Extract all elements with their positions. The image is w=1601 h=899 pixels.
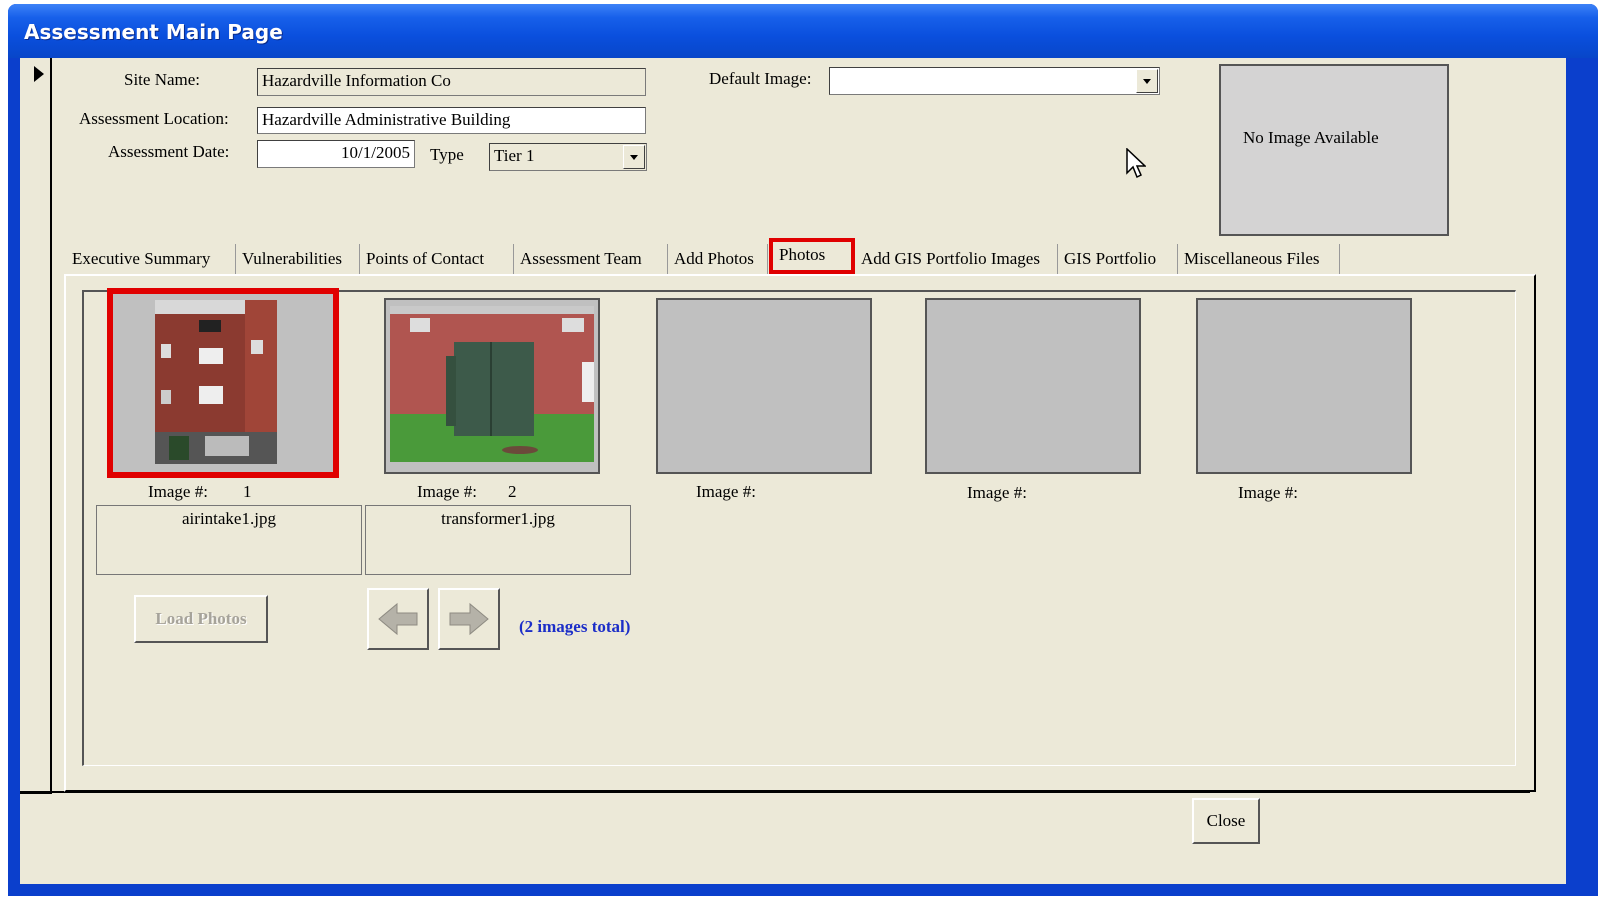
image-number-label-3: Image #:	[696, 482, 756, 501]
tab-assessment-team[interactable]: Assessment Team	[514, 244, 668, 274]
type-value: Tier 1	[494, 146, 535, 165]
date-label: Assessment Date:	[108, 142, 230, 161]
date-field[interactable]: 10/1/2005	[257, 140, 415, 168]
tab-miscellaneous-files[interactable]: Miscellaneous Files	[1178, 244, 1340, 274]
form-body: Site Name: Hazardville Information Co As…	[20, 58, 1566, 884]
image-number-2: 2	[508, 482, 517, 501]
type-label: Type	[430, 145, 464, 164]
default-image-preview: No Image Available	[1219, 64, 1449, 236]
tab-executive-summary[interactable]: Executive Summary	[66, 244, 236, 274]
tab-points-of-contact[interactable]: Points of Contact	[360, 244, 514, 274]
tab-vulnerabilities[interactable]: Vulnerabilities	[236, 244, 360, 274]
site-name-field[interactable]: Hazardville Information Co	[257, 68, 646, 96]
photos-panel: Image #: 1 airintake1.jpg Image #: 2 tra…	[64, 274, 1536, 792]
preview-text: No Image Available	[1243, 128, 1379, 147]
tab-gis-portfolio[interactable]: GIS Portfolio	[1058, 244, 1178, 274]
dropdown-arrow-icon[interactable]	[1136, 69, 1158, 93]
default-image-dropdown[interactable]	[829, 67, 1160, 95]
load-photos-button[interactable]: Load Photos	[134, 595, 268, 643]
mouse-cursor-icon	[1126, 148, 1146, 179]
photo-thumbnail-1[interactable]	[107, 288, 339, 478]
previous-button[interactable]	[367, 588, 429, 650]
record-selector-arrow-icon	[34, 66, 44, 82]
location-label: Assessment Location:	[79, 109, 229, 128]
photo-filename-1[interactable]: airintake1.jpg	[96, 505, 362, 575]
photo-filename-2[interactable]: transformer1.jpg	[365, 505, 631, 575]
title-bar[interactable]: Assessment Main Page	[8, 4, 1598, 58]
close-button[interactable]: Close	[1192, 798, 1260, 844]
photo-thumbnail-5[interactable]	[1196, 298, 1412, 474]
record-selector[interactable]	[20, 58, 52, 794]
dropdown-arrow-icon[interactable]	[623, 145, 645, 169]
arrow-left-icon	[378, 602, 418, 636]
images-total-text: (2 images total)	[519, 617, 631, 636]
location-field[interactable]: Hazardville Administrative Building	[257, 107, 646, 134]
tab-add-gis-portfolio-images[interactable]: Add GIS Portfolio Images	[855, 244, 1058, 274]
next-button[interactable]	[438, 588, 500, 650]
image-number-label-5: Image #:	[1238, 483, 1298, 502]
photo-thumbnail-3[interactable]	[656, 298, 872, 474]
image-number-label-4: Image #:	[967, 483, 1027, 502]
arrow-right-icon	[449, 602, 489, 636]
default-image-label: Default Image:	[709, 69, 812, 88]
site-name-label: Site Name:	[124, 70, 201, 89]
photo-thumbnail-2[interactable]	[384, 298, 600, 474]
assessment-window: Assessment Main Page Site Name: Hazardvi…	[8, 4, 1598, 896]
window-title: Assessment Main Page	[24, 20, 283, 44]
type-dropdown[interactable]: Tier 1	[489, 143, 647, 171]
photo-airintake	[155, 300, 277, 464]
image-number-label-1: Image #:	[148, 482, 208, 501]
image-number-label-2: Image #:	[417, 482, 477, 501]
tab-photos[interactable]: Photos	[769, 238, 855, 274]
photo-thumbnail-4[interactable]	[925, 298, 1141, 474]
image-number-1: 1	[243, 482, 252, 501]
photo-transformer	[390, 306, 594, 462]
tab-add-photos[interactable]: Add Photos	[668, 244, 768, 274]
